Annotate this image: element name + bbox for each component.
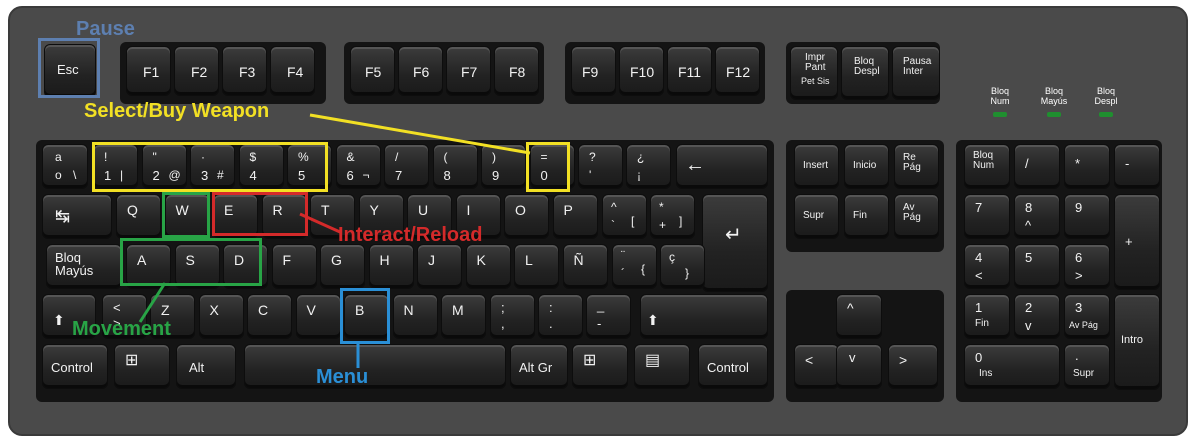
keyboard-diagram: Esc F1 F2 F3 F4 F5 F6 F7 F8 F9 F10 F11 F12 Impr Pant P… [0,0,1200,443]
movement-line [138,282,167,323]
weapon-label: Select/Buy Weapon [84,100,270,122]
menu-label: Menu [316,366,369,388]
weapon-line [309,113,531,155]
interact-line [299,212,341,234]
interact-label: Interact/Reload [338,224,483,246]
pause-label: Pause [76,18,135,40]
movement-label: Movement [72,318,171,340]
annotation-lines [138,113,531,368]
